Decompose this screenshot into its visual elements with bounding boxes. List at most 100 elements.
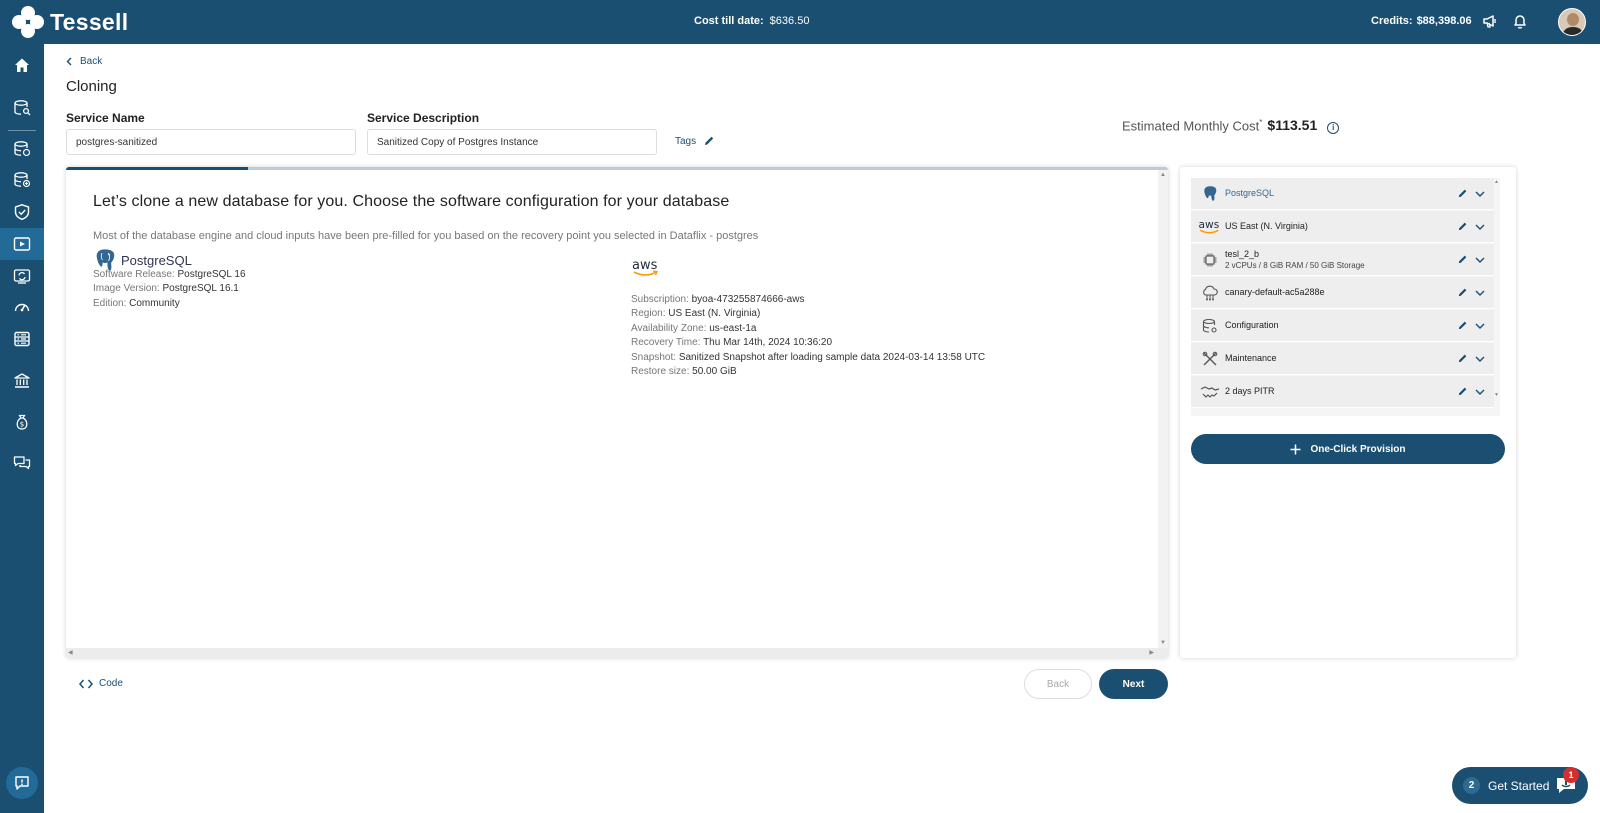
sidebar-item-chat[interactable] — [0, 447, 44, 479]
horizontal-scrollbar[interactable]: ◀ ▶ — [66, 648, 1168, 658]
pencil-icon[interactable] — [1454, 188, 1470, 199]
cloud-network-icon — [1195, 285, 1225, 301]
service-description-label: Service Description — [367, 111, 480, 125]
sidebar-item-database-search[interactable] — [0, 92, 44, 124]
database-gear-icon — [1195, 318, 1225, 334]
code-icon — [79, 679, 93, 688]
sidebar-item-refresh[interactable] — [0, 260, 44, 292]
pencil-icon[interactable] — [1454, 386, 1470, 397]
summary-panel: PostgreSQL aws US East (N. Virginia) tes… — [1180, 167, 1516, 658]
sidebar-item-billing[interactable]: $ — [0, 406, 44, 438]
configuration-card: Let’s clone a new database for you. Choo… — [66, 167, 1168, 658]
card-heading: Let’s clone a new database for you. Choo… — [93, 193, 730, 210]
sidebar-item-database-add[interactable] — [0, 164, 44, 196]
logo-text: Tessell — [50, 8, 129, 35]
chevron-down-icon[interactable] — [1470, 191, 1490, 197]
summary-scrollbar[interactable]: ▲ ▼ — [1494, 178, 1500, 416]
tessell-logo-icon — [12, 6, 44, 38]
cost-value: $636.50 — [769, 15, 810, 27]
code-button[interactable]: Code — [79, 678, 123, 689]
engine-details: Software Release: PostgreSQL 16 Image Ve… — [93, 268, 246, 311]
summary-row-compute[interactable]: tesl_2_b 2 vCPUs / 8 GiB RAM / 50 GiB St… — [1191, 244, 1494, 276]
cloud-detail-row: Restore size: 50.00 GiB — [631, 366, 737, 378]
pencil-icon — [705, 136, 714, 145]
sidebar-item-servers[interactable] — [0, 323, 44, 355]
service-description-input[interactable] — [367, 129, 657, 155]
back-link[interactable]: Back — [66, 56, 102, 67]
scroll-right-icon[interactable]: ▶ — [1149, 649, 1154, 656]
top-bar: Tessell Cost till date: $636.50 Credits: $… — [0, 0, 1600, 44]
sidebar-item-protection[interactable] — [0, 196, 44, 228]
pencil-icon[interactable] — [1454, 353, 1470, 364]
summary-row-maintenance[interactable]: Maintenance — [1191, 343, 1494, 375]
sidebar-item-dataflix[interactable] — [0, 228, 44, 260]
summary-row-configuration[interactable]: Configuration — [1191, 310, 1494, 342]
summary-row-engine[interactable]: PostgreSQL — [1191, 178, 1494, 210]
postgresql-icon — [1195, 185, 1225, 202]
pencil-icon[interactable] — [1454, 254, 1470, 265]
back-button[interactable]: Back — [1024, 669, 1092, 699]
chevron-down-icon[interactable] — [1470, 323, 1490, 329]
chevron-down-icon[interactable] — [1470, 224, 1490, 230]
play-screen-icon — [13, 237, 31, 251]
cloud-detail-row: Availability Zone: us-east-1a — [631, 322, 757, 334]
svg-text:aws: aws — [1199, 218, 1220, 231]
cloud-details: Subscription: byoa-473255874666-aws Regi… — [631, 293, 985, 379]
summary-row-title: Configuration — [1225, 320, 1279, 330]
chevron-down-icon[interactable] — [1470, 356, 1490, 362]
database-search-icon — [14, 100, 31, 116]
pencil-icon[interactable] — [1454, 287, 1470, 298]
sidebar-item-performance[interactable] — [0, 291, 44, 323]
money-bag-icon: $ — [16, 414, 28, 430]
info-icon[interactable]: i — [1327, 121, 1340, 134]
summary-row-title: tesl_2_b — [1225, 248, 1260, 259]
summary-row-title: 2 days PITR — [1225, 386, 1275, 396]
summary-list: PostgreSQL aws US East (N. Virginia) tes… — [1191, 178, 1500, 416]
bank-icon — [14, 373, 30, 388]
engine-detail-row: Software Release: PostgreSQL 16 — [93, 269, 246, 280]
pencil-icon[interactable] — [1454, 320, 1470, 331]
scroll-down-icon[interactable]: ▼ — [1494, 392, 1499, 398]
next-button[interactable]: Next — [1099, 669, 1168, 699]
chevron-down-icon[interactable] — [1470, 257, 1490, 263]
service-name-input[interactable] — [66, 129, 356, 155]
help-chat-icon[interactable]: 1 — [1555, 767, 1579, 795]
pencil-icon[interactable] — [1454, 221, 1470, 232]
megaphone-icon[interactable] — [1481, 12, 1499, 30]
home-icon — [15, 58, 29, 72]
one-click-provision-button[interactable]: One-Click Provision — [1191, 434, 1505, 464]
engine-detail-row: Edition: Community — [93, 297, 180, 309]
sidebar-item-governance[interactable] — [0, 365, 44, 397]
scroll-down-icon[interactable]: ▼ — [1160, 640, 1166, 646]
progress-bar-fill — [66, 167, 248, 170]
cloud-detail-row: Snapshot: Sanitized Snapshot after loadi… — [631, 351, 986, 363]
summary-row-network[interactable]: canary-default-ac5a288e — [1191, 277, 1494, 309]
bell-icon[interactable] — [1511, 12, 1529, 30]
database-money-icon — [14, 141, 31, 157]
estimated-cost-marker: * — [1259, 117, 1263, 127]
one-click-provision-label: One-Click Provision — [1310, 443, 1406, 455]
summary-row-pitr[interactable]: 2 days PITR — [1191, 376, 1494, 408]
tags-button[interactable]: Tags — [675, 135, 715, 147]
refresh-screen-icon — [13, 269, 31, 284]
summary-row-region[interactable]: aws US East (N. Virginia) — [1191, 211, 1494, 243]
database-add-icon — [14, 172, 31, 188]
credits: Credits: $88,398.06 — [1371, 15, 1472, 27]
sidebar-feedback-button[interactable] — [6, 767, 38, 799]
chevron-down-icon[interactable] — [1470, 290, 1490, 296]
scroll-left-icon[interactable]: ◀ — [68, 649, 73, 656]
scroll-up-icon[interactable]: ▲ — [1160, 172, 1166, 178]
sidebar-item-home[interactable] — [0, 49, 44, 81]
card-subtext: Most of the database engine and cloud in… — [93, 230, 759, 242]
cost-label: Cost till date: — [694, 15, 764, 27]
sidebar-item-database-billing[interactable] — [0, 133, 44, 165]
estimated-cost-label: Estimated Monthly Cost — [1122, 118, 1260, 133]
aws-logo-icon: aws — [632, 258, 658, 276]
aws-icon: aws — [1195, 218, 1225, 236]
user-avatar[interactable] — [1558, 8, 1586, 36]
chevron-down-icon[interactable] — [1470, 389, 1490, 395]
logo[interactable]: Tessell — [12, 6, 128, 38]
scroll-up-icon[interactable]: ▲ — [1494, 179, 1499, 185]
vertical-scrollbar[interactable]: ▲ ▼ — [1158, 170, 1168, 648]
get-started-widget[interactable]: 2 Get Started 1 — [1452, 767, 1588, 804]
